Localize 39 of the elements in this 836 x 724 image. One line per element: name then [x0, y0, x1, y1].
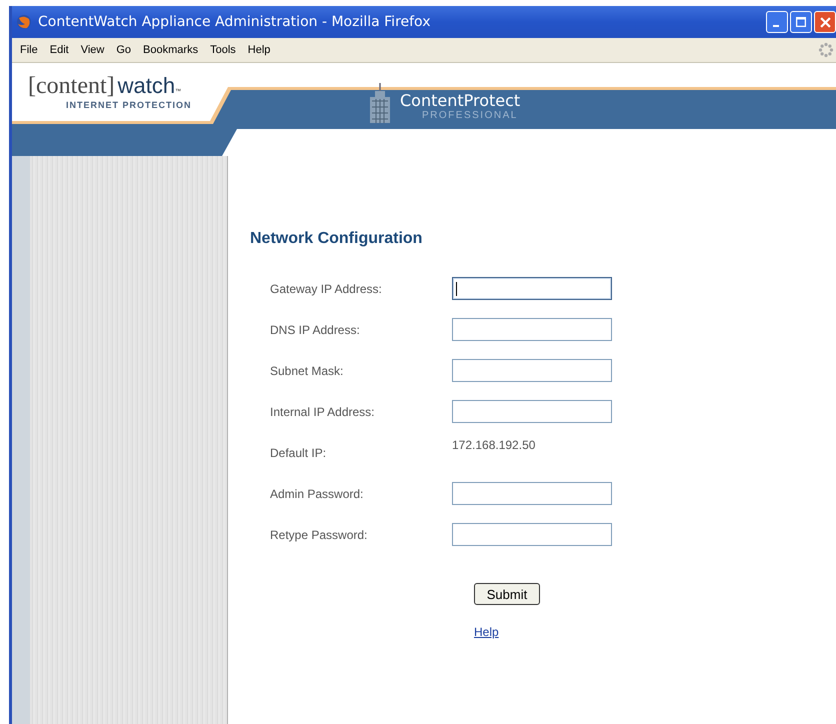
- field-label: Admin Password:: [269, 486, 364, 500]
- maximize-button[interactable]: [790, 11, 812, 33]
- minimize-icon: [772, 24, 778, 26]
- field-label: Retype Password:: [269, 528, 368, 542]
- product-name: ContentProtect: [400, 92, 520, 110]
- menu-item[interactable]: Tools: [204, 44, 242, 56]
- logo-bracket-text: [content]: [28, 73, 115, 100]
- logo-text: watch: [118, 73, 176, 99]
- throbber-icon: [818, 42, 834, 58]
- menu-item[interactable]: Go: [110, 44, 138, 56]
- form-title: Network Configuration: [250, 230, 424, 248]
- minimize-button[interactable]: [766, 11, 788, 33]
- field-label: Gateway IP Address:: [269, 282, 383, 296]
- menu-item[interactable]: Help: [242, 44, 276, 56]
- submit-button[interactable]: Submit: [474, 583, 540, 605]
- field-value: 172.168.192.50: [452, 438, 536, 452]
- product-edition: PROFESSIONAL: [422, 110, 519, 121]
- window-title: ContentWatch Appliance Administration - Mozilla Firefox: [38, 14, 432, 30]
- input-field[interactable]: [452, 523, 612, 546]
- menu-item[interactable]: Edit: [44, 44, 75, 56]
- field-label: Internal IP Address:: [269, 404, 376, 418]
- input-field[interactable]: [452, 400, 612, 423]
- logo-tagline: INTERNET PROTECTION: [66, 100, 192, 110]
- close-icon: [820, 16, 830, 28]
- building-icon: [368, 83, 392, 123]
- help-link[interactable]: Help: [474, 625, 499, 639]
- input-field[interactable]: [452, 277, 612, 300]
- maximize-icon: [796, 17, 806, 27]
- menu-item[interactable]: File: [14, 44, 44, 56]
- close-button[interactable]: [814, 11, 836, 33]
- menu-item[interactable]: Bookmarks: [137, 44, 204, 56]
- input-field[interactable]: [452, 318, 612, 341]
- menu-item[interactable]: View: [74, 44, 110, 56]
- field-label: Default IP:: [269, 446, 328, 460]
- input-field[interactable]: [452, 482, 612, 505]
- field-label: DNS IP Address:: [269, 322, 361, 336]
- field-label: Subnet Mask:: [269, 364, 344, 378]
- input-field[interactable]: [452, 359, 612, 382]
- fox-globe-icon: [16, 14, 32, 30]
